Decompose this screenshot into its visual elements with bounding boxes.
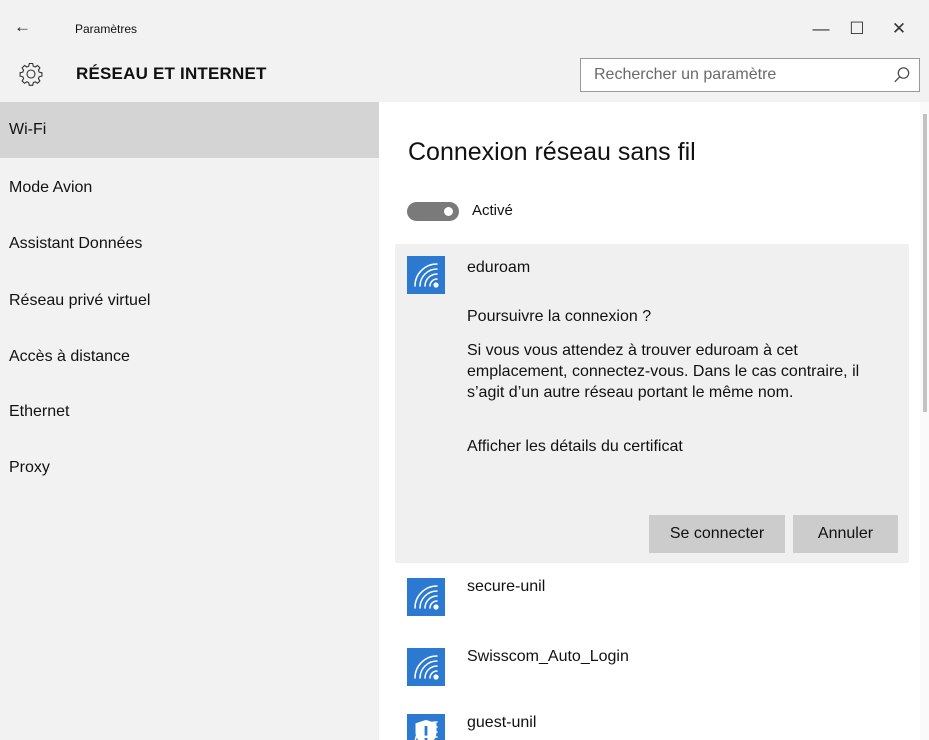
network-name: secure-unil bbox=[467, 578, 546, 595]
minimize-icon: — bbox=[812, 19, 830, 38]
arrow-left-icon: ← bbox=[14, 17, 31, 36]
certificate-details-link[interactable]: Afficher les détails du certificat bbox=[467, 438, 683, 456]
cancel-button[interactable]: Annuler bbox=[793, 515, 898, 553]
search-icon[interactable] bbox=[893, 66, 911, 84]
close-button[interactable]: ✕ bbox=[884, 14, 914, 44]
wifi-toggle-label: Activé bbox=[472, 202, 513, 219]
maximize-button[interactable]: ☐ bbox=[842, 14, 872, 44]
search-input[interactable] bbox=[581, 59, 881, 91]
network-name: Swisscom_Auto_Login bbox=[467, 648, 629, 665]
close-icon: ✕ bbox=[891, 19, 907, 38]
network-item-eduroam-expanded[interactable]: eduroam Poursuivre la connexion ? Si vou… bbox=[395, 244, 909, 563]
network-item-secure-unil[interactable]: secure-unil bbox=[395, 572, 909, 632]
wifi-signal-icon bbox=[407, 648, 445, 686]
connection-warning-text: Si vous vous attendez à trouver eduroam … bbox=[467, 342, 860, 401]
shield-icon bbox=[415, 719, 437, 740]
sidebar-item-dial-up[interactable]: Accès à distance bbox=[0, 329, 379, 385]
sidebar-item-proxy[interactable]: Proxy bbox=[0, 440, 379, 496]
sidebar-item-vpn[interactable]: Réseau privé virtuel bbox=[0, 273, 379, 329]
main-content: Connexion réseau sans fil Activé eduroam… bbox=[379, 102, 929, 740]
wifi-toggle[interactable] bbox=[407, 202, 459, 221]
wifi-signal-icon bbox=[407, 578, 445, 616]
gear-icon bbox=[19, 62, 43, 86]
maximize-icon: ☐ bbox=[849, 19, 865, 38]
title-bar: ← Paramètres — ☐ ✕ bbox=[0, 0, 929, 54]
back-button[interactable]: ← bbox=[14, 16, 40, 38]
sidebar: Wi-Fi Mode Avion Assistant Données Résea… bbox=[0, 102, 379, 740]
sidebar-item-ethernet[interactable]: Ethernet bbox=[0, 384, 379, 440]
page-title: Connexion réseau sans fil bbox=[408, 138, 696, 166]
connection-prompt: Poursuivre la connexion ? bbox=[467, 308, 652, 325]
sidebar-item-airplane-mode[interactable]: Mode Avion bbox=[0, 160, 379, 216]
network-item-guest-unil[interactable]: guest-unil bbox=[395, 708, 909, 740]
wifi-signal-icon bbox=[407, 714, 445, 740]
network-name: eduroam bbox=[467, 259, 531, 276]
minimize-button[interactable]: — bbox=[806, 14, 836, 44]
wifi-signal-icon bbox=[407, 256, 445, 294]
network-item-swisscom-auto-login[interactable]: Swisscom_Auto_Login bbox=[395, 642, 909, 702]
sidebar-item-wifi[interactable]: Wi-Fi bbox=[0, 102, 379, 158]
window-title: Paramètres bbox=[75, 22, 138, 36]
network-name: guest-unil bbox=[467, 714, 537, 731]
toggle-knob bbox=[444, 207, 453, 216]
sidebar-item-data-usage[interactable]: Assistant Données bbox=[0, 216, 379, 272]
scrollbar[interactable] bbox=[920, 102, 929, 740]
scrollbar-thumb[interactable] bbox=[923, 114, 927, 412]
connect-button[interactable]: Se connecter bbox=[649, 515, 785, 553]
page-header: RÉSEAU ET INTERNET bbox=[0, 54, 929, 102]
search-box[interactable] bbox=[580, 58, 920, 92]
section-title: RÉSEAU ET INTERNET bbox=[76, 64, 267, 83]
